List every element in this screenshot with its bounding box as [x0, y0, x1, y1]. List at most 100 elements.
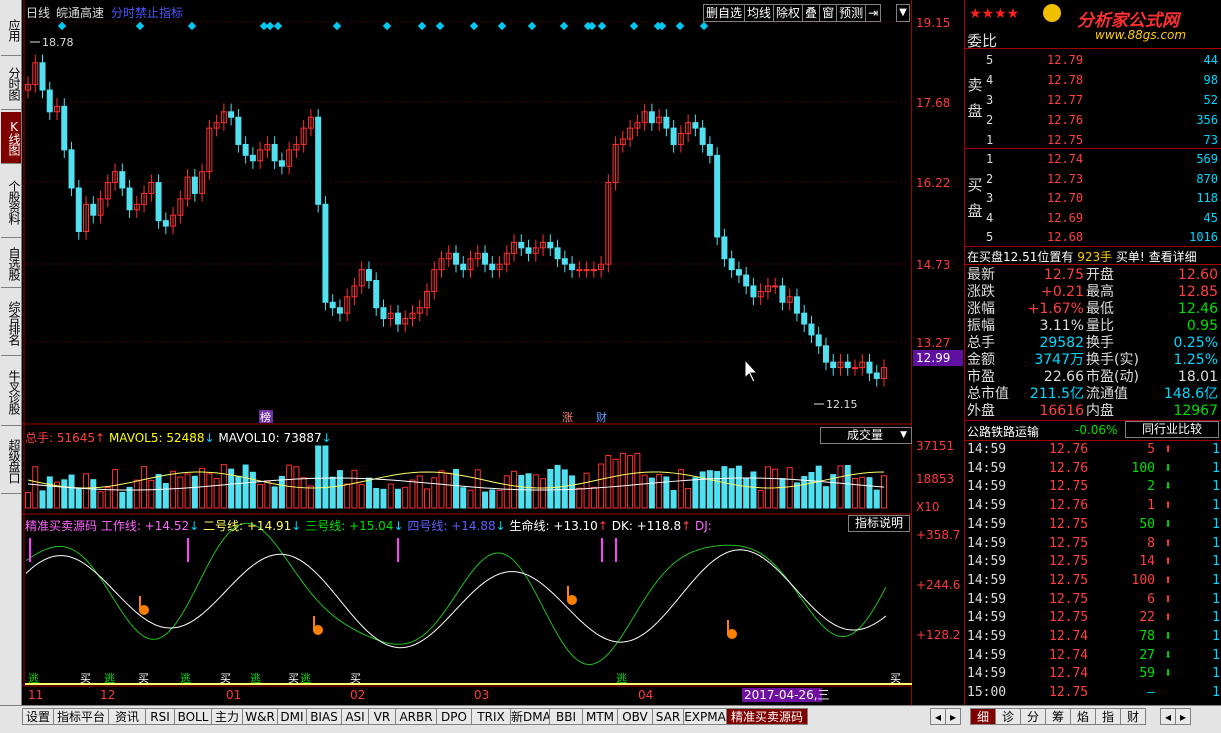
quote-tab-3[interactable]: 筹: [1045, 708, 1071, 725]
quote-value: 12.75: [1043, 267, 1084, 283]
quote-row: 最新 12.75 开盘 12.60: [965, 267, 1221, 284]
buy-level-5[interactable]: 5 12.68 1016: [965, 230, 1221, 247]
quote-tab-4[interactable]: 焰: [1070, 708, 1096, 725]
quote-tab-1[interactable]: 诊: [995, 708, 1021, 725]
sell-level-3[interactable]: 3 12.77 52: [965, 93, 1221, 110]
bottom-tab-6[interactable]: W&R: [242, 708, 278, 725]
candle-body: [728, 258, 735, 271]
tick-time: 14:59: [967, 535, 1007, 551]
bottom-tab-10[interactable]: VR: [368, 708, 396, 725]
bottom-tab-16[interactable]: MTM: [582, 708, 618, 725]
signal-diamond: [629, 21, 639, 31]
kline-svg[interactable]: 18.7812.15榜涨财逃逃逃逃逃逃买买买买买买11 12 01 02 03 04 201…: [22, 0, 912, 705]
toolbar-button-3[interactable]: 叠: [802, 4, 821, 22]
bottom-tab-8[interactable]: BIAS: [306, 708, 342, 725]
bottom-tab-9[interactable]: ASI: [341, 708, 369, 725]
volume-bar: [677, 469, 684, 509]
toolbar-button-2[interactable]: 除权: [773, 4, 804, 22]
bottom-tab-19[interactable]: EXPMA: [683, 708, 727, 725]
period-label[interactable]: 日线: [26, 4, 50, 21]
scroll-right-icon[interactable]: ▸: [1175, 708, 1191, 725]
buy-level-4[interactable]: 4 12.69 45: [965, 211, 1221, 228]
scroll-left-icon[interactable]: ◂: [1160, 708, 1176, 725]
bottom-tab-12[interactable]: DPO: [436, 708, 472, 725]
bottom-tab-2[interactable]: 资讯: [108, 708, 146, 725]
bottom-tab-5[interactable]: 主力: [211, 708, 243, 725]
volume-legend: 总手: 51645↑ MAVOL5: 52488↓ MAVOL10: 73887…: [25, 429, 332, 446]
industry-compare-button[interactable]: 同行业比较: [1125, 421, 1219, 438]
sell-level-5[interactable]: 5 12.79 44: [965, 53, 1221, 70]
signal-diamond: [417, 21, 427, 31]
tick-row: 14:59 12.74 78 ⬇ 1: [965, 628, 1221, 646]
left-tab-2[interactable]: K线图: [1, 112, 21, 164]
quote-tab-5[interactable]: 指: [1095, 708, 1121, 725]
quote-row: 市盈 22.66 市盈(动) 18.01: [965, 369, 1221, 386]
bottom-tab-14[interactable]: 新DMA: [510, 708, 550, 725]
quote-tab-0[interactable]: 细: [970, 708, 996, 725]
chart-area[interactable]: 18.78 12.15 榜涨财逃逃逃逃逃逃买买买买买买 11 12 01 02 03 04 201…: [22, 0, 912, 705]
bottom-tab-17[interactable]: OBV: [617, 708, 653, 725]
bottom-tab-15[interactable]: BBI: [549, 708, 583, 725]
left-tab-1[interactable]: 分时图: [1, 58, 21, 110]
quote-tab-2[interactable]: 分: [1020, 708, 1046, 725]
left-tab-7[interactable]: 超级盘口: [1, 428, 21, 494]
scroll-right-icon[interactable]: ▸: [945, 708, 961, 725]
ob-volume: 44: [1203, 53, 1218, 67]
tick-row: 14:59 12.75 50 ⬇ 1: [965, 516, 1221, 534]
volume-bar: [242, 464, 249, 509]
ob-price: 12.68: [1047, 230, 1084, 244]
left-tab-0[interactable]: 应用: [1, 4, 21, 56]
ob-price: 12.75: [1047, 133, 1084, 147]
bottom-tab-11[interactable]: ARBR: [395, 708, 437, 725]
bottom-tab-13[interactable]: TRIX: [471, 708, 511, 725]
sell-level-4[interactable]: 4 12.78 98: [965, 73, 1221, 90]
price-tick: 16.22: [916, 176, 951, 190]
toolbar-button-5[interactable]: 预测: [836, 4, 867, 22]
left-tab-3[interactable]: 个股资料: [1, 166, 21, 238]
scroll-left-icon[interactable]: ◂: [930, 708, 946, 725]
bottom-tab-3[interactable]: RSI: [145, 708, 175, 725]
toolbar-button-4[interactable]: 窗: [819, 4, 838, 22]
signal-diamond: [497, 21, 507, 31]
ob-price: 12.74: [1047, 152, 1084, 166]
buy-level-1[interactable]: 1 12.74 569: [965, 152, 1221, 169]
volume-bar: [402, 486, 409, 509]
bottom-tab-7[interactable]: DMI: [277, 708, 307, 725]
price-tick: 13.27: [916, 336, 951, 350]
volume-bar: [743, 477, 750, 509]
left-tab-4[interactable]: 自选股: [1, 240, 21, 288]
ind-line5: 生命线: +13.10: [509, 519, 598, 533]
quote-key: 最高: [1086, 284, 1114, 300]
indicator-help-button[interactable]: 指标说明: [848, 515, 910, 532]
marker-cai: 财: [596, 410, 607, 424]
volume-selector[interactable]: 成交量 ▼: [820, 427, 912, 444]
bottom-tab-1[interactable]: 指标平台: [53, 708, 109, 725]
bottom-tab-20[interactable]: 精准买卖源码: [726, 708, 808, 725]
bottom-tab-0[interactable]: 设置: [22, 708, 54, 725]
volume-bar: [859, 476, 866, 509]
tick-price: 12.75: [1049, 535, 1089, 551]
toolbar-dropdown-icon[interactable]: ▼: [896, 4, 910, 22]
sell-level-1[interactable]: 1 12.75 73: [965, 133, 1221, 150]
industry-name[interactable]: 公路铁路运输: [967, 423, 1039, 440]
signal-diamond: [273, 21, 283, 31]
down-arrow-icon: ⬇: [1164, 460, 1172, 476]
down-arrow-icon: ↓: [204, 431, 215, 445]
quote-key: 涨幅: [967, 301, 995, 317]
left-tab-5[interactable]: 综合排名: [1, 290, 21, 356]
left-tab-6[interactable]: 牛叉诊股: [1, 358, 21, 426]
toolbar-button-6[interactable]: ⇥: [865, 4, 882, 22]
volume-bar: [851, 478, 858, 509]
toolbar-button-0[interactable]: 删自选: [703, 4, 746, 22]
bottom-tab-4[interactable]: BOLL: [174, 708, 212, 725]
toolbar-button-1[interactable]: 均线: [744, 4, 775, 22]
buy-signal-dot: [727, 629, 737, 639]
sell-level-2[interactable]: 2 12.76 356: [965, 113, 1221, 130]
big-order-notice[interactable]: 在买盘12.51位置有 923手 买单! 查看详细: [967, 248, 1197, 265]
bottom-tab-18[interactable]: SAR: [652, 708, 684, 725]
buy-level-3[interactable]: 3 12.70 118: [965, 191, 1221, 208]
buy-level-2[interactable]: 2 12.73 870: [965, 172, 1221, 189]
tick-volume: 50: [1139, 516, 1155, 532]
vol-unit: X10: [916, 500, 940, 514]
quote-tab-6[interactable]: 财: [1120, 708, 1146, 725]
